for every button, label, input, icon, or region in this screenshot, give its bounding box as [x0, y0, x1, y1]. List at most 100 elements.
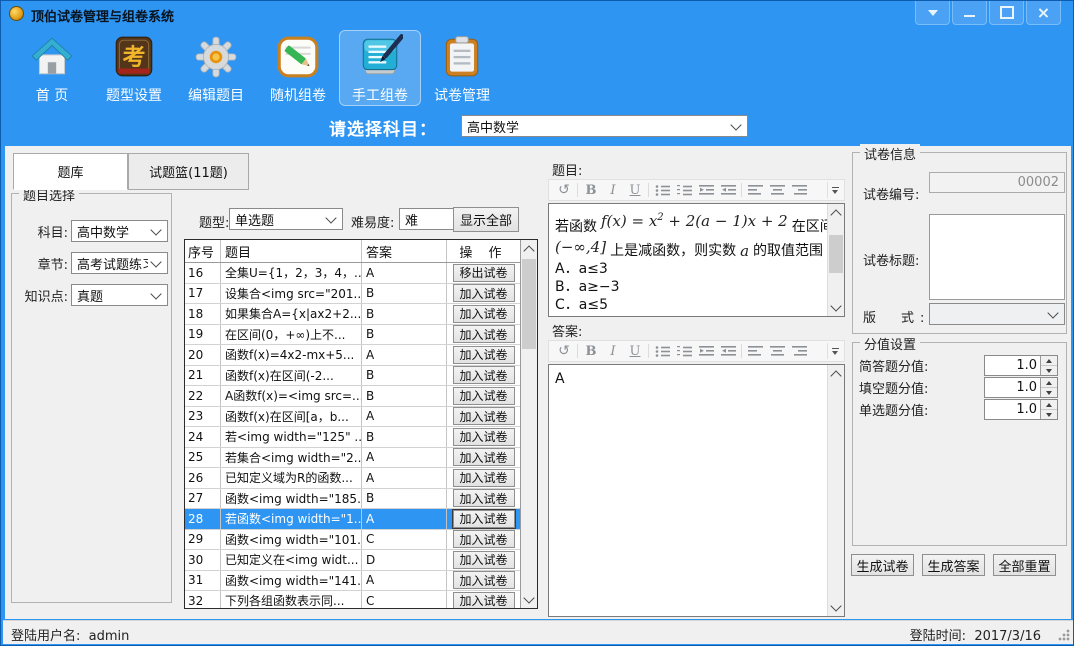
row-action-button[interactable]: 加入试卷	[453, 489, 515, 507]
filter-knowledge-dropdown[interactable]: 真题	[71, 284, 168, 306]
row-action-button[interactable]: 加入试卷	[453, 407, 515, 425]
spin-up-button[interactable]	[1041, 400, 1057, 409]
table-row[interactable]: 32 下列各组函数表示同... C 加入试卷	[185, 591, 520, 608]
minimize-button[interactable]	[952, 1, 987, 25]
row-action-button[interactable]: 加入试卷	[453, 551, 515, 569]
table-vertical-scrollbar[interactable]	[520, 240, 537, 608]
toolbar-item-random-paper[interactable]: 随机组卷	[257, 30, 339, 106]
paper-title-input[interactable]	[929, 214, 1065, 300]
table-row[interactable]: 21 函数f(x)在区间(-2... B 加入试卷	[185, 366, 520, 387]
row-action-button[interactable]: 加入试卷	[453, 469, 515, 487]
skin-menu-button[interactable]	[915, 1, 950, 25]
toolbar-item-paper-manage[interactable]: 试卷管理	[421, 30, 503, 106]
scroll-track[interactable]	[828, 382, 844, 599]
table-row[interactable]: 28 若函数<img width="1... A 加入试卷	[185, 509, 520, 530]
italic-icon[interactable]: I	[602, 181, 624, 199]
subject-select-dropdown[interactable]: 高中数学	[461, 115, 748, 137]
fill-blank-score-spinner[interactable]: 1.0	[984, 377, 1058, 398]
bullet-list-icon[interactable]	[651, 342, 673, 360]
row-action-button[interactable]: 加入试卷	[453, 428, 515, 446]
scroll-down-button[interactable]	[828, 599, 844, 616]
close-button[interactable]: ×	[1026, 1, 1061, 25]
align-left-icon[interactable]	[744, 342, 766, 360]
table-row[interactable]: 18 如果集合A={x|ax2+2... B 加入试卷	[185, 304, 520, 325]
table-row[interactable]: 23 函数f(x)在区间[a，b... A 加入试卷	[185, 407, 520, 428]
row-action-button[interactable]: 加入试卷	[453, 510, 515, 528]
type-filter-dropdown[interactable]: 单选题	[229, 208, 343, 230]
table-row[interactable]: 30 已知定义在<img widt... D 加入试卷	[185, 550, 520, 571]
table-row[interactable]: 29 函数<img width="101... C 加入试卷	[185, 530, 520, 551]
spin-up-button[interactable]	[1041, 356, 1057, 365]
italic-icon[interactable]: I	[602, 342, 624, 360]
tab-question-basket[interactable]: 试题篮(11题)	[128, 153, 249, 190]
paper-layout-dropdown[interactable]	[929, 303, 1065, 325]
toolbar-item-edit-question[interactable]: 编辑题目	[175, 30, 257, 106]
bullet-list-icon[interactable]	[651, 181, 673, 199]
toolbar-more-icon[interactable]	[827, 343, 842, 359]
reset-all-button[interactable]: 全部重置	[993, 554, 1056, 576]
underline-icon[interactable]: U	[624, 181, 646, 199]
row-action-button[interactable]: 加入试卷	[453, 366, 515, 384]
table-row[interactable]: 22 A函数f(x)=<img src=... B 加入试卷	[185, 386, 520, 407]
scroll-down-button[interactable]	[828, 299, 844, 316]
row-action-button[interactable]: 加入试卷	[453, 387, 515, 405]
table-row[interactable]: 26 已知定义域为R的函数... A 加入试卷	[185, 468, 520, 489]
toolbar-item-question-type[interactable]: 考 题型设置	[93, 30, 175, 106]
spin-down-button[interactable]	[1041, 387, 1057, 397]
single-choice-score-spinner[interactable]: 1.0	[984, 399, 1058, 420]
align-right-icon[interactable]	[788, 181, 810, 199]
table-row[interactable]: 27 函数<img width="185... B 加入试卷	[185, 489, 520, 510]
scroll-thumb[interactable]	[522, 259, 536, 349]
row-action-button[interactable]: 加入试卷	[453, 284, 515, 302]
table-row[interactable]: 17 设集合<img src="201... B 加入试卷	[185, 284, 520, 305]
outdent-icon[interactable]	[695, 342, 717, 360]
table-row[interactable]: 31 函数<img width="141... A 加入试卷	[185, 571, 520, 592]
show-all-button[interactable]: 显示全部	[453, 207, 519, 232]
question-editor-scrollbar[interactable]	[827, 204, 844, 316]
short-answer-score-spinner[interactable]: 1.0	[984, 355, 1058, 376]
table-row[interactable]: 24 若<img width="125" ... B 加入试卷	[185, 427, 520, 448]
spin-up-button[interactable]	[1041, 378, 1057, 387]
spin-down-button[interactable]	[1041, 409, 1057, 419]
toolbar-item-manual-paper[interactable]: 手工组卷	[339, 30, 421, 106]
undo-icon[interactable]: ↺	[553, 181, 575, 199]
numbered-list-icon[interactable]	[673, 342, 695, 360]
align-center-icon[interactable]	[766, 342, 788, 360]
indent-icon[interactable]	[717, 342, 739, 360]
answer-editor-scrollbar[interactable]	[827, 365, 844, 616]
paper-number-input[interactable]: 00002	[929, 172, 1065, 193]
underline-icon[interactable]: U	[624, 342, 646, 360]
toolbar-more-icon[interactable]	[827, 182, 842, 198]
generate-answer-button[interactable]: 生成答案	[922, 554, 985, 576]
row-action-button[interactable]: 加入试卷	[453, 530, 515, 548]
toolbar-item-home[interactable]: 首 页	[11, 30, 93, 106]
question-editor-content[interactable]: 若函数 f(x) = x2 + 2(a − 1)x + 2 在区间 (−∞,4]…	[549, 204, 827, 316]
row-action-button[interactable]: 加入试卷	[453, 592, 515, 608]
numbered-list-icon[interactable]	[673, 181, 695, 199]
align-left-icon[interactable]	[744, 181, 766, 199]
spin-down-button[interactable]	[1041, 365, 1057, 375]
scroll-track[interactable]	[828, 221, 844, 299]
scroll-thumb[interactable]	[829, 235, 843, 273]
filter-subject-dropdown[interactable]: 高中数学	[71, 220, 168, 242]
table-row[interactable]: 16 全集U={1，2，3，4，... A 移出试卷	[185, 263, 520, 284]
indent-icon[interactable]	[717, 181, 739, 199]
row-action-button[interactable]: 加入试卷	[453, 448, 515, 466]
filter-chapter-dropdown[interactable]: 高考试题练习	[71, 252, 168, 274]
undo-icon[interactable]: ↺	[553, 342, 575, 360]
tab-question-bank[interactable]: 题库	[13, 153, 128, 190]
answer-editor-content[interactable]: A	[549, 365, 827, 616]
scroll-track[interactable]	[521, 257, 537, 591]
scroll-up-button[interactable]	[828, 365, 844, 382]
row-action-button[interactable]: 加入试卷	[453, 305, 515, 323]
row-action-button[interactable]: 加入试卷	[453, 571, 515, 589]
scroll-up-button[interactable]	[521, 240, 537, 257]
align-center-icon[interactable]	[766, 181, 788, 199]
table-row[interactable]: 25 若集合<img width="2... A 加入试卷	[185, 448, 520, 469]
row-action-button[interactable]: 移出试卷	[453, 264, 515, 282]
bold-icon[interactable]: B	[580, 342, 602, 360]
resize-grip-icon[interactable]	[1058, 629, 1070, 641]
row-action-button[interactable]: 加入试卷	[453, 325, 515, 343]
table-row[interactable]: 19 在区间(0，+∞)上不... B 加入试卷	[185, 325, 520, 346]
scroll-up-button[interactable]	[828, 204, 844, 221]
